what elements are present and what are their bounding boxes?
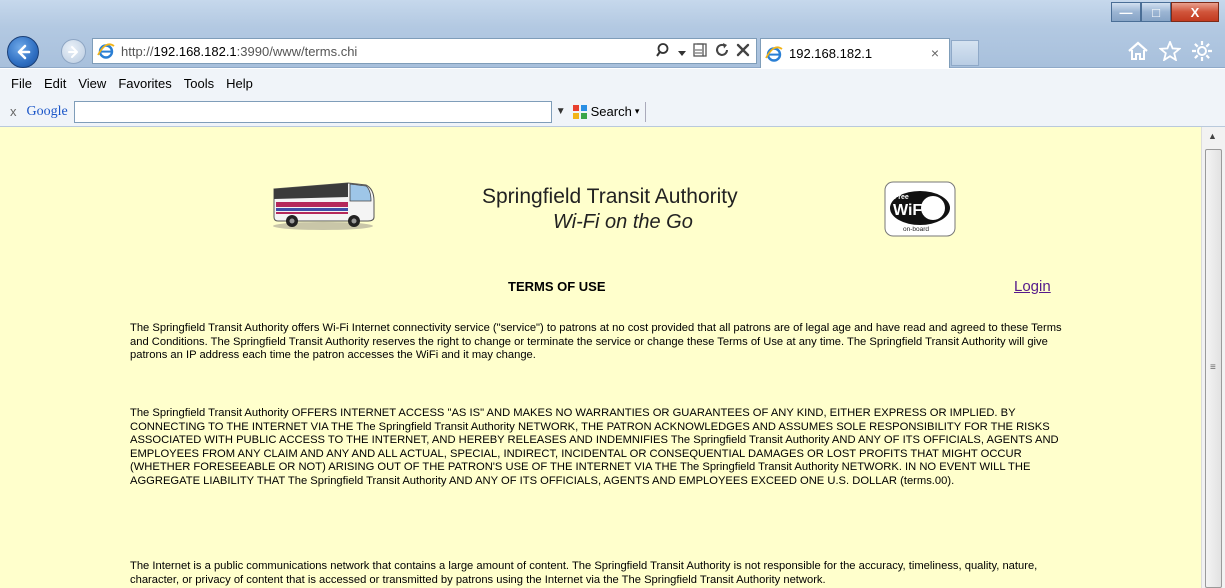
favorites-star-icon[interactable] — [1158, 39, 1182, 66]
browser-right-icons — [1127, 39, 1213, 67]
svg-text:Free: Free — [894, 194, 909, 201]
page-subtitle: Wi-Fi on the Go — [553, 211, 693, 233]
forward-button[interactable] — [61, 39, 86, 64]
scroll-up-arrow-icon[interactable]: ▲ — [1208, 131, 1217, 141]
ie-page-icon — [97, 42, 115, 60]
ie-tab-icon — [765, 45, 783, 63]
page-viewport: Springfield Transit Authority Wi-Fi on t… — [0, 127, 1201, 588]
terms-paragraph: The Springfield Transit Authority offers… — [130, 322, 1062, 362]
menu-view[interactable]: View — [72, 76, 112, 91]
menu-help[interactable]: Help — [220, 76, 259, 91]
menu-bar: File Edit View Favorites Tools Help — [0, 69, 1225, 97]
tab-current-page[interactable]: 192.168.182.1 × — [760, 38, 950, 68]
refresh-icon[interactable] — [714, 42, 730, 61]
google-toolbar: x Google ▼ Search ▾ — [0, 97, 1225, 127]
terms-heading: TERMS OF USE — [508, 279, 606, 294]
scrollbar-thumb[interactable]: ≡ — [1205, 149, 1222, 588]
search-icon[interactable] — [656, 42, 672, 61]
minimize-button[interactable]: — — [1111, 2, 1141, 22]
wifi-onboard-logo: Free WiFi on-board — [884, 181, 956, 237]
svg-text:on-board: on-board — [903, 226, 929, 233]
tab-title: 192.168.182.1 — [789, 46, 873, 61]
address-bar[interactable]: http://192.168.182.1:3990/www/terms.chi — [92, 38, 757, 64]
browser-title-bar: — □ X http://192.168.182.1:3990/www/term… — [0, 0, 1225, 68]
vertical-scrollbar[interactable]: ▲ ≡ — [1201, 127, 1225, 588]
address-url: http://192.168.182.1:3990/www/terms.chi — [121, 43, 358, 59]
home-icon[interactable] — [1127, 41, 1149, 66]
svg-text:WiFi: WiFi — [893, 202, 927, 219]
new-tab-button[interactable] — [951, 40, 979, 66]
dropdown-icon[interactable] — [678, 44, 686, 60]
back-arrow-icon — [17, 44, 31, 60]
toolbar-divider — [645, 101, 647, 122]
page-title: Springfield Transit Authority — [482, 185, 738, 208]
chevron-down-icon: ▾ — [634, 106, 640, 116]
tab-close-icon[interactable]: × — [931, 45, 939, 61]
bus-image — [270, 175, 376, 231]
google-search-dropdown-icon[interactable]: ▼ — [556, 106, 566, 117]
menu-edit[interactable]: Edit — [38, 76, 72, 91]
maximize-button[interactable]: □ — [1141, 2, 1171, 22]
menu-favorites[interactable]: Favorites — [112, 76, 177, 91]
forward-arrow-icon — [67, 45, 78, 58]
terms-paragraph: The Internet is a public communications … — [130, 560, 1038, 586]
login-link[interactable]: Login — [1014, 278, 1051, 295]
close-window-button[interactable]: X — [1171, 2, 1219, 22]
google-search-label: Search — [590, 104, 632, 119]
compatibility-view-icon[interactable] — [692, 42, 708, 61]
address-tools — [656, 42, 750, 61]
google-logo: Google — [26, 103, 68, 119]
google-search-icon — [572, 104, 587, 119]
google-search-input[interactable] — [73, 100, 552, 123]
terms-paragraph: The Springfield Transit Authority OFFERS… — [130, 407, 1059, 487]
google-toolbar-close-icon[interactable]: x — [10, 104, 17, 119]
window-controls: — □ X — [1111, 2, 1219, 22]
gear-icon[interactable] — [1191, 40, 1213, 67]
menu-tools[interactable]: Tools — [178, 76, 220, 91]
back-button[interactable] — [7, 36, 39, 68]
stop-icon[interactable] — [736, 43, 750, 60]
menu-file[interactable]: File — [5, 76, 38, 91]
scrollbar-grip-icon: ≡ — [1210, 362, 1216, 373]
google-search-button[interactable]: Search ▾ — [572, 104, 640, 120]
